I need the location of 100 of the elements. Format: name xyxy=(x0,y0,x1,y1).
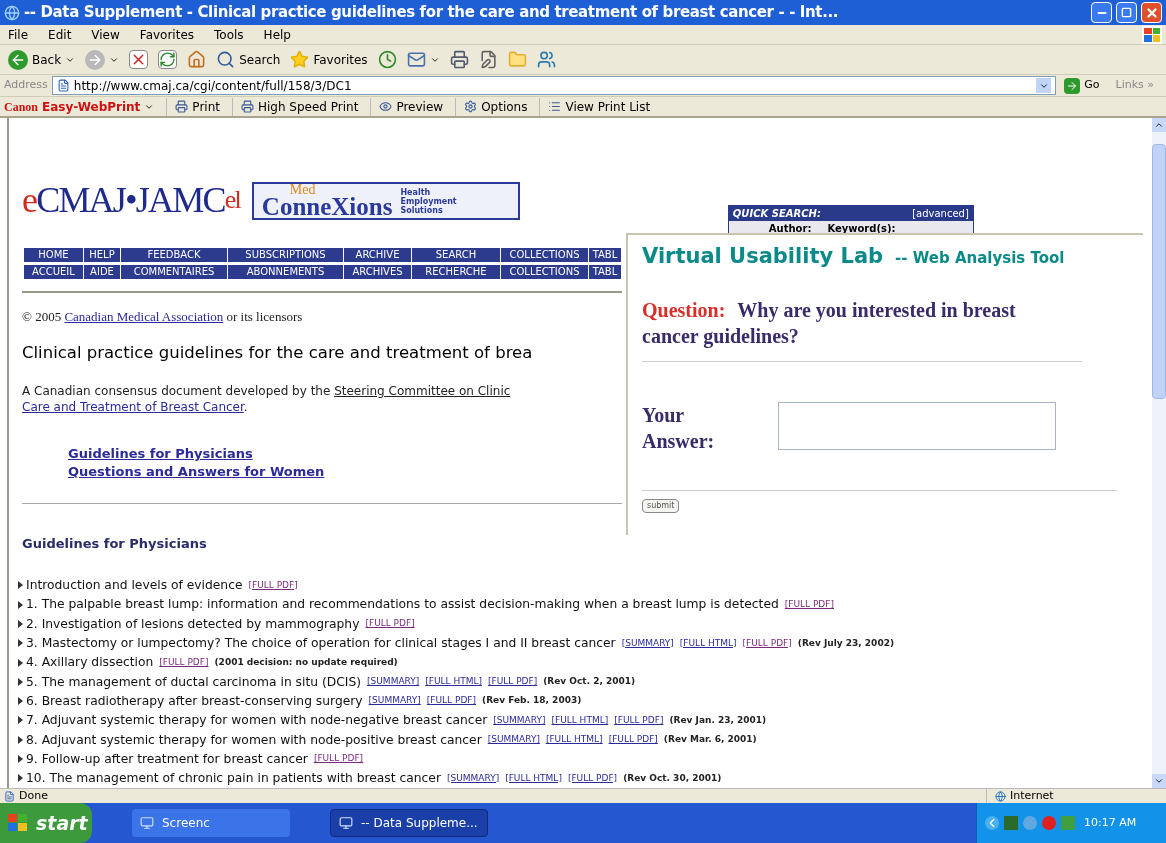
link[interactable]: Steering Committee on Clinic xyxy=(334,384,511,399)
print-toolbar-button[interactable]: Preview xyxy=(370,97,444,116)
intro-text: A Canadian consensus document developed by the Steering Committee on Clinic Care and Treatment of Breast Cancer. xyxy=(22,383,512,416)
easy-webprint-menu[interactable]: Canon Easy-WebPrint xyxy=(4,97,155,116)
back-icon xyxy=(8,49,28,70)
link[interactable]: [FULL HTML] xyxy=(545,733,603,747)
scroll-thumb[interactable] xyxy=(1152,144,1166,399)
stop-icon xyxy=(129,50,149,69)
minimize-button[interactable] xyxy=(1091,2,1112,23)
toolbar-button[interactable] xyxy=(158,47,178,72)
bullet-icon xyxy=(18,774,23,783)
link[interactable]: Canadian Medical Association xyxy=(64,309,224,324)
journal-logo: eCMAJ•JAMCel xyxy=(22,179,240,222)
page-icon xyxy=(4,790,15,802)
address-field[interactable]: http://www.cmaj.ca/cgi/content/full/158/3/DC1 xyxy=(51,76,1057,95)
dropdown-icon xyxy=(1036,78,1052,93)
history-icon xyxy=(377,50,397,69)
field-label: Author: xyxy=(768,222,812,236)
windows-logo-icon xyxy=(8,814,28,832)
guideline-title: 9. Follow-up after treatment for breast cancer xyxy=(26,750,308,768)
menu-item[interactable]: File xyxy=(4,25,33,44)
tray-app-icon xyxy=(1004,816,1018,830)
maximize-button[interactable] xyxy=(1116,2,1137,23)
guideline-title: Introduction and levels of evidence xyxy=(26,577,243,595)
nav-tab[interactable]: COMMENTAIRES xyxy=(121,265,227,279)
globe-icon xyxy=(995,790,1006,802)
menu-item[interactable]: View xyxy=(87,25,124,44)
link[interactable]: [FULL HTML] xyxy=(505,771,562,786)
link[interactable]: [FULL HTML] xyxy=(551,713,609,728)
address-label: Address xyxy=(4,77,48,94)
link[interactable]: [FULL HTML] xyxy=(679,636,737,651)
nav-tab[interactable]: AIDE xyxy=(84,265,120,279)
menu-item[interactable]: Help xyxy=(259,25,295,44)
answer-field[interactable] xyxy=(778,401,1056,450)
nav-tab[interactable]: FEEDBACK xyxy=(121,248,227,262)
people-icon xyxy=(536,50,556,69)
guideline-title: 7. Adjuvant systemic therapy for women with node-negative breast cancer xyxy=(26,712,488,730)
nav-tab[interactable]: TABL xyxy=(589,265,621,279)
link[interactable]: [FULL PDF] xyxy=(365,617,415,631)
link[interactable]: [FULL PDF] xyxy=(784,597,834,612)
guideline-title: 6. Breast radiotherapy after breast-conserving surgery xyxy=(26,692,363,710)
nav-tab[interactable]: ABONNEMENTS xyxy=(228,265,343,279)
start-button[interactable]: start xyxy=(0,803,92,843)
link[interactable]: [FULL PDF] xyxy=(742,636,792,651)
submit-button[interactable]: submit xyxy=(642,498,680,513)
link[interactable]: [SUMMARY] xyxy=(487,733,540,747)
print-toolbar-button[interactable]: View Print List xyxy=(539,97,651,116)
print-toolbar-button[interactable]: High Speed Print xyxy=(231,97,359,116)
link[interactable]: [SUMMARY] xyxy=(367,675,420,689)
nav-tab[interactable]: HOME xyxy=(24,248,83,262)
nav-tab[interactable]: ACCUEIL xyxy=(24,265,83,279)
link[interactable]: [FULL PDF] xyxy=(608,733,658,747)
link[interactable]: [SUMMARY] xyxy=(493,713,546,728)
nav-tab[interactable]: ARCHIVE xyxy=(344,248,411,262)
toolbar-button[interactable]: Search xyxy=(216,47,281,72)
taskbar-button[interactable]: Screenc xyxy=(132,809,290,837)
toolbar-button[interactable]: Back xyxy=(8,47,76,72)
toolbar-button[interactable] xyxy=(129,47,149,72)
nav-tab[interactable]: ARCHIVES xyxy=(344,265,411,279)
nav-tab[interactable]: SEARCH xyxy=(412,248,500,262)
print-icon xyxy=(449,50,469,69)
taskbar-button[interactable]: -- Data Suppleme... xyxy=(330,809,488,837)
link[interactable]: [FULL PDF] xyxy=(567,771,618,786)
scroll-up-button[interactable] xyxy=(1152,118,1166,132)
link[interactable]: [SUMMARY] xyxy=(368,694,421,708)
question-text: Question: Why are you interested in breast cancer guidelines? xyxy=(642,297,1017,349)
close-button[interactable] xyxy=(1141,2,1162,23)
bullet-icon xyxy=(18,697,23,706)
menu-item[interactable]: Edit xyxy=(44,25,76,44)
advanced-link[interactable]: [advanced] xyxy=(912,206,969,221)
guideline-title: 5. The management of ductal carcinoma in situ (DCIS) xyxy=(26,673,362,691)
nav-tab[interactable]: HELP xyxy=(84,248,120,262)
menu-item[interactable]: Favorites xyxy=(135,25,199,44)
search-icon xyxy=(216,50,236,69)
link[interactable]: [FULL HTML] xyxy=(425,675,482,689)
link[interactable]: [SUMMARY] xyxy=(447,771,500,786)
go-button[interactable]: Go xyxy=(1060,77,1104,94)
nav-tab[interactable]: RECHERCHE xyxy=(412,265,500,279)
windows-logo-icon xyxy=(1142,25,1162,44)
link[interactable]: [SUMMARY] xyxy=(621,636,674,651)
link[interactable]: [FULL PDF] xyxy=(614,713,664,728)
link[interactable]: [FULL PDF] xyxy=(248,578,298,593)
edit-icon xyxy=(478,50,498,69)
print-toolbar-button[interactable]: Print xyxy=(166,97,220,116)
toolbar-button[interactable]: Favorites xyxy=(290,47,368,72)
scroll-down-button[interactable] xyxy=(1152,774,1166,788)
link[interactable]: [FULL PDF] xyxy=(426,694,476,708)
nav-tab[interactable]: COLLECTIONS xyxy=(501,248,588,262)
revision-note: (2001 decision: no update required) xyxy=(214,655,398,669)
nav-tab[interactable]: TABL xyxy=(589,248,621,262)
bullet-icon xyxy=(18,620,23,628)
link[interactable]: [FULL PDF] xyxy=(159,655,209,670)
link[interactable]: [FULL PDF] xyxy=(488,675,538,689)
menu-item[interactable]: Tools xyxy=(210,25,248,44)
nav-tab[interactable]: COLLECTIONS xyxy=(501,265,588,279)
nav-tab[interactable]: SUBSCRIPTIONS xyxy=(228,248,343,262)
link[interactable]: Care and Treatment of Breast Cancer xyxy=(22,400,244,415)
print-toolbar-button[interactable]: Options xyxy=(455,97,528,116)
link[interactable]: [FULL PDF] xyxy=(313,752,364,766)
guideline-title: 10. The management of chronic pain in patients with breast cancer xyxy=(26,770,441,788)
